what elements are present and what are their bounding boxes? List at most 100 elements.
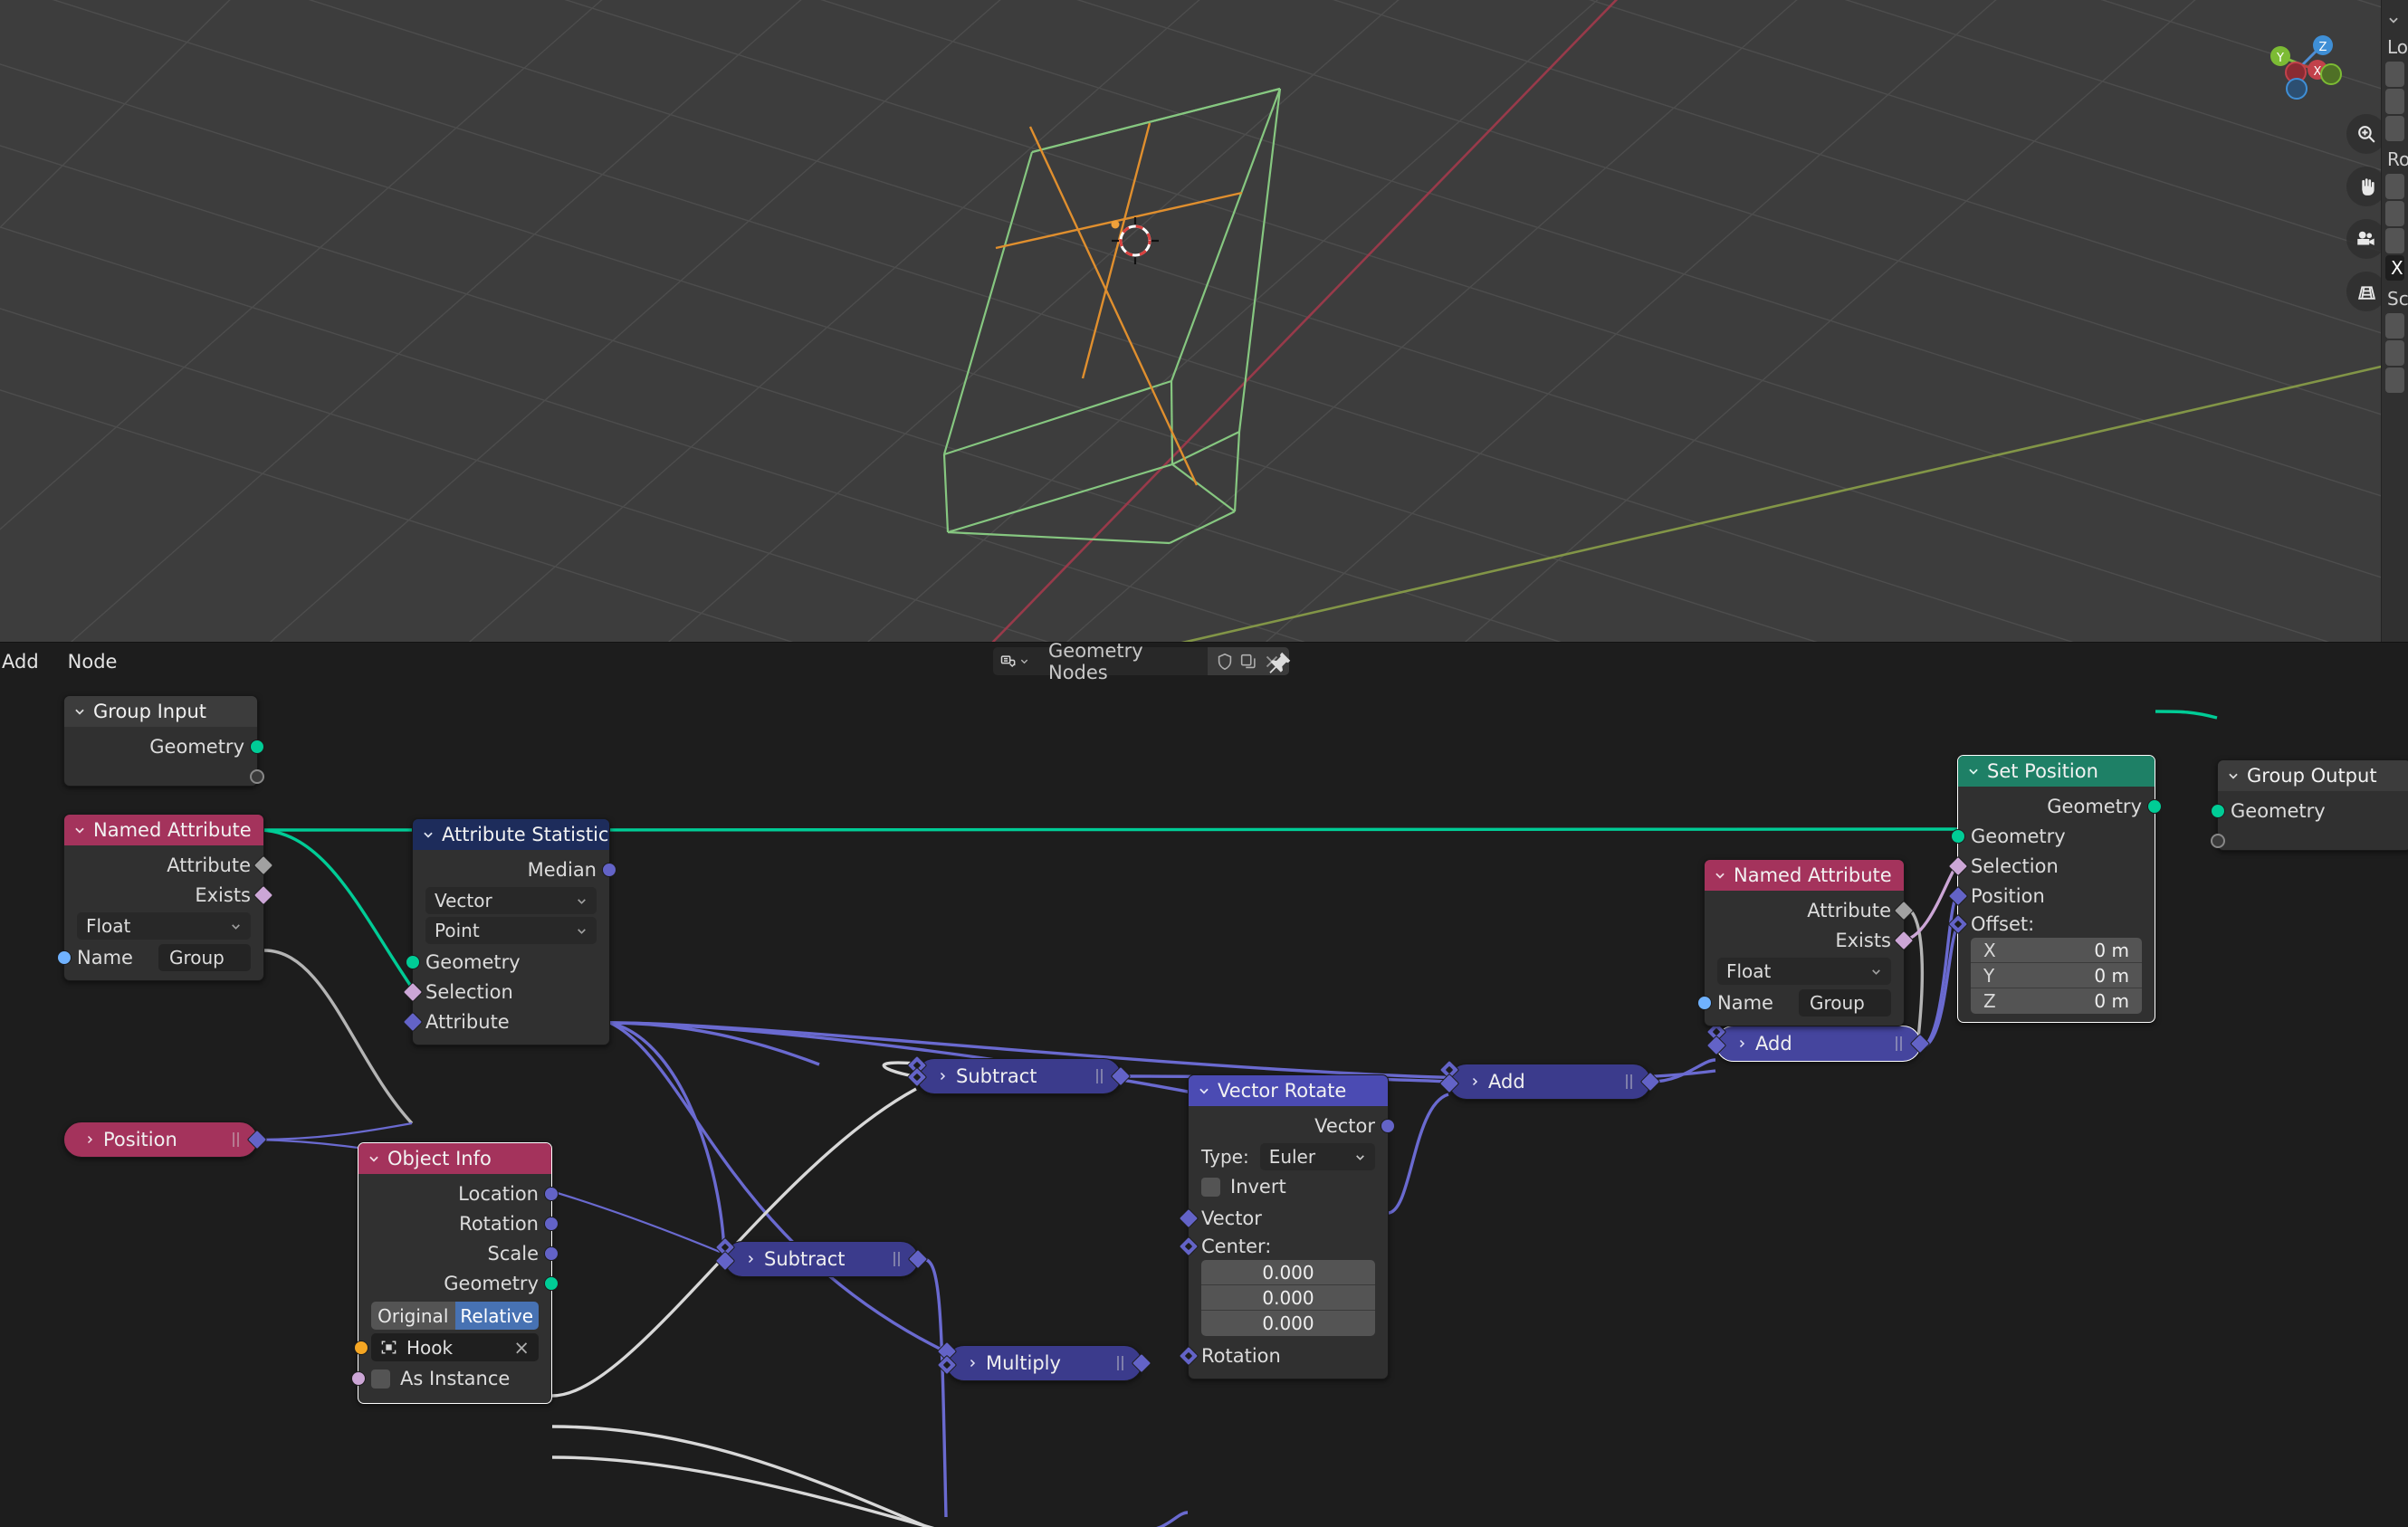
object-field[interactable]: Hook × (354, 1333, 539, 1361)
chevron-right-icon[interactable] (84, 1134, 95, 1145)
clear-object-button[interactable]: × (513, 1337, 530, 1359)
socket-geometry[interactable] (1951, 828, 1965, 844)
chevron-right-icon[interactable] (937, 1071, 948, 1082)
fake-user-shield-icon[interactable] (1215, 652, 1235, 672)
as-instance-checkbox-row[interactable]: As Instance (351, 1365, 551, 1392)
socket-row-vector-in[interactable]: Vector (1178, 1203, 1388, 1233)
socket-name[interactable] (1697, 995, 1712, 1010)
node-group-input[interactable]: Group Input Geometry (63, 695, 264, 787)
node-group-output[interactable]: Group Output Geometry (2211, 759, 2408, 851)
socket-object[interactable] (354, 1340, 368, 1355)
sidebar-location-y[interactable] (2385, 89, 2404, 114)
node-tree-name-field[interactable]: Geometry Nodes (1036, 640, 1208, 683)
chevron-right-icon[interactable] (745, 1254, 756, 1265)
chevron-down-icon[interactable] (1198, 1084, 1210, 1097)
socket-row-vector-out[interactable]: Vector (1189, 1111, 1395, 1140)
socket-row-location-out[interactable]: Location (358, 1179, 559, 1208)
chevron-right-icon[interactable] (1736, 1038, 1747, 1049)
socket-name[interactable] (57, 950, 72, 965)
socket-row-rotation-out[interactable]: Rotation (358, 1208, 559, 1238)
offset-y-field[interactable]: Y 0 m (1971, 963, 2142, 988)
node-grip[interactable] (1117, 1356, 1127, 1370)
menu-node[interactable]: Node (53, 648, 132, 675)
duplicate-icon[interactable] (1238, 652, 1258, 672)
offset-x-field[interactable]: X 0 m (1971, 938, 2142, 963)
chevron-down-icon[interactable] (1967, 765, 1980, 778)
navigation-gizmo[interactable]: Z Y X (2252, 13, 2352, 112)
name-value-field[interactable]: Group (1798, 988, 1891, 1016)
socket-row-median-out[interactable]: Median (413, 854, 616, 884)
node-set-position[interactable]: Set Position Geometry Geometry Selection… (1947, 755, 2162, 1023)
socket-row-offset-in[interactable]: Offset: (1947, 911, 2155, 938)
socket-row-exists-out[interactable]: Exists (1705, 925, 1915, 955)
node-named-attribute-right[interactable]: Named Attribute Attribute Exists Float N… (1697, 859, 1915, 1026)
socket-row-name-in[interactable]: Name Group (1697, 988, 1904, 1017)
socket-row-name-in[interactable]: Name Group (57, 942, 263, 972)
socket-as-instance[interactable] (351, 1371, 366, 1386)
node-object-info[interactable]: Object Info Location Rotation Scale Geom… (351, 1142, 559, 1404)
socket-row-attribute-out[interactable]: Attribute (64, 850, 274, 880)
chevron-down-icon[interactable] (2227, 769, 2240, 782)
socket-row-attribute-out[interactable]: Attribute (1705, 895, 1915, 925)
sidebar-rotation-x[interactable] (2385, 174, 2404, 199)
node-subtract-top[interactable]: Subtract (906, 1055, 1132, 1094)
data-type-dropdown[interactable]: Float (77, 912, 251, 940)
center-x-field[interactable]: 0.000 (1201, 1260, 1375, 1285)
checkbox[interactable] (1201, 1177, 1220, 1197)
node-subtract-bottom[interactable]: Subtract (714, 1236, 929, 1277)
socket-row-selection-in[interactable]: Selection (1947, 851, 2155, 881)
socket-row-selection-in[interactable]: Selection (402, 977, 609, 1007)
socket-row-virtual-out[interactable] (64, 761, 264, 791)
node-multiply[interactable]: Multiply (936, 1341, 1152, 1381)
socket-geometry[interactable] (2211, 803, 2225, 818)
socket-geometry-out[interactable] (2147, 798, 2162, 814)
socket-row-virtual-in[interactable] (2211, 826, 2408, 855)
chevron-down-icon[interactable] (73, 824, 86, 836)
invert-checkbox-row[interactable]: Invert (1189, 1173, 1388, 1200)
socket-median[interactable] (602, 862, 616, 877)
node-tree-icon[interactable] (993, 647, 1036, 675)
socket-virtual[interactable] (250, 768, 264, 784)
domain-dropdown[interactable]: Point (425, 917, 597, 944)
viewport-sidebar[interactable]: Loc Ro X Sc (2381, 0, 2408, 642)
sidebar-rotation-y[interactable] (2385, 201, 2404, 226)
chevron-right-icon[interactable] (967, 1358, 978, 1369)
chevron-down-icon[interactable] (368, 1152, 380, 1165)
socket-row-geometry-in[interactable]: Geometry (1951, 821, 2155, 851)
socket-row-geometry-in[interactable]: Geometry (2211, 796, 2408, 826)
chevron-down-icon[interactable] (1714, 869, 1726, 882)
socket-virtual[interactable] (2211, 833, 2225, 848)
chevron-down-icon[interactable] (73, 705, 86, 718)
node-named-attribute-left[interactable]: Named Attribute Attribute Exists Float N… (57, 814, 274, 981)
socket-row-geometry-in[interactable]: Geometry (406, 947, 609, 977)
menu-add[interactable]: Add (0, 648, 53, 675)
data-type-dropdown[interactable]: Float (1717, 958, 1891, 985)
socket-row-geometry-out[interactable]: Geometry (64, 731, 264, 761)
toggle-original[interactable]: Original (371, 1302, 455, 1330)
socket-row-exists-out[interactable]: Exists (64, 880, 274, 910)
toggle-relative[interactable]: Relative (454, 1302, 539, 1330)
socket-row-geometry-out[interactable]: Geometry (1958, 791, 2162, 821)
socket-row-scale-out[interactable]: Scale (358, 1238, 559, 1268)
name-value-field[interactable]: Group (158, 943, 251, 971)
socket-geometry[interactable] (544, 1275, 559, 1291)
node-grip[interactable] (233, 1132, 243, 1147)
chevron-down-icon[interactable] (422, 828, 435, 841)
node-grip[interactable] (1626, 1074, 1636, 1089)
node-add-middle[interactable]: Add (1438, 1059, 1661, 1100)
sidebar-scale-z[interactable] (2385, 367, 2404, 393)
offset-z-field[interactable]: Z 0 m (1971, 988, 2142, 1014)
socket-row-attribute-in[interactable]: Attribute (402, 1007, 609, 1036)
data-type-dropdown[interactable]: Vector (425, 887, 597, 914)
center-z-field[interactable]: 0.000 (1201, 1311, 1375, 1336)
rotation-type-row[interactable]: Type: Euler (1201, 1143, 1375, 1170)
socket-row-center-in[interactable]: Center: (1178, 1233, 1388, 1260)
node-grip[interactable] (1096, 1069, 1106, 1083)
sidebar-scale-x[interactable] (2385, 313, 2404, 339)
node-grip[interactable] (1896, 1036, 1906, 1051)
socket-row-rotation-in[interactable]: Rotation (1178, 1341, 1388, 1370)
node-position[interactable]: Position (63, 1121, 268, 1158)
sidebar-location-z[interactable] (2385, 116, 2404, 141)
node-vector-rotate[interactable]: Vector Rotate Vector Type: Euler Invert … (1178, 1074, 1395, 1379)
socket-location[interactable] (544, 1186, 559, 1201)
